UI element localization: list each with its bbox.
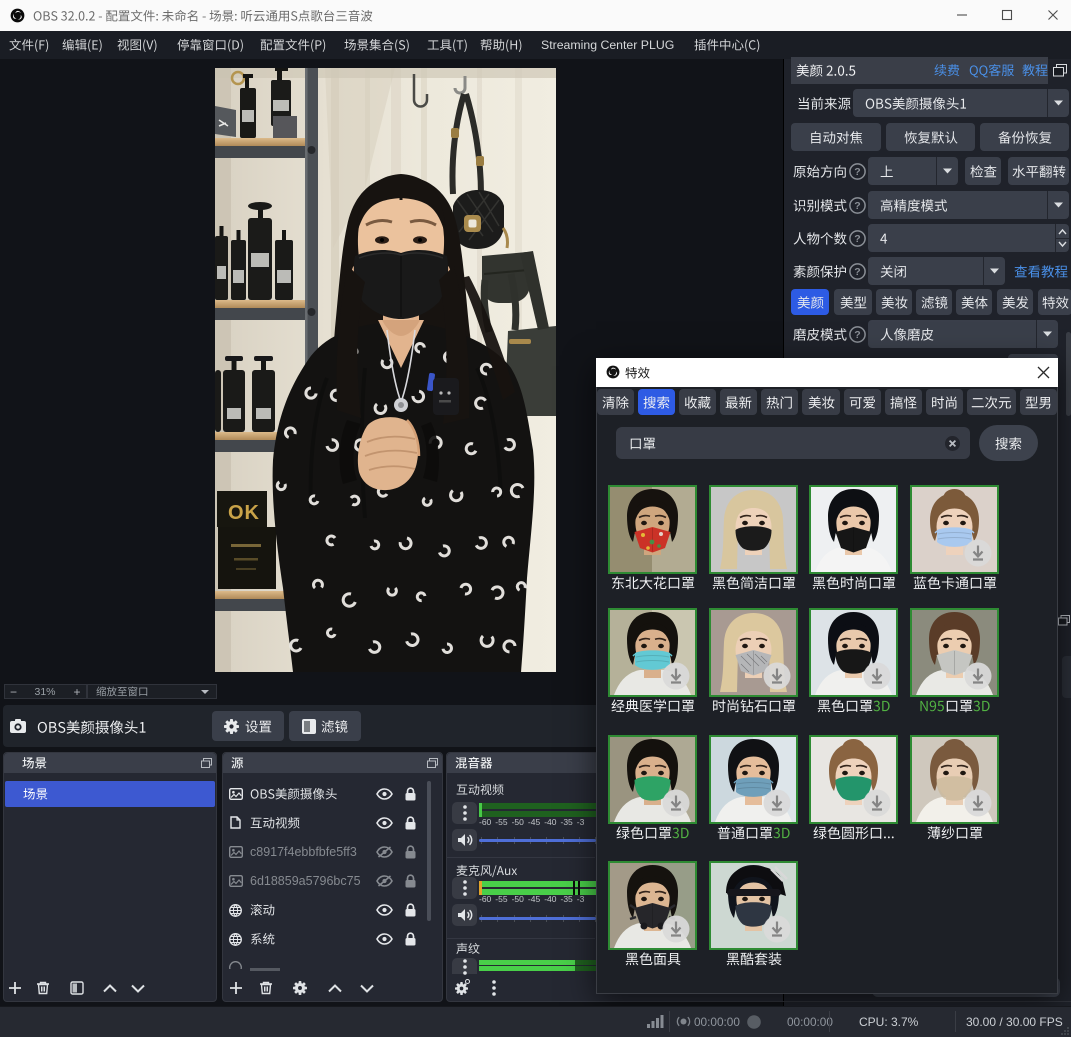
svg-text:OK: OK — [228, 502, 260, 524]
svg-text:?: ? — [854, 166, 860, 178]
svg-text:?: ? — [854, 200, 860, 212]
svg-text:?: ? — [854, 233, 860, 245]
svg-text:?: ? — [854, 266, 860, 278]
svg-text:?: ? — [854, 329, 860, 341]
